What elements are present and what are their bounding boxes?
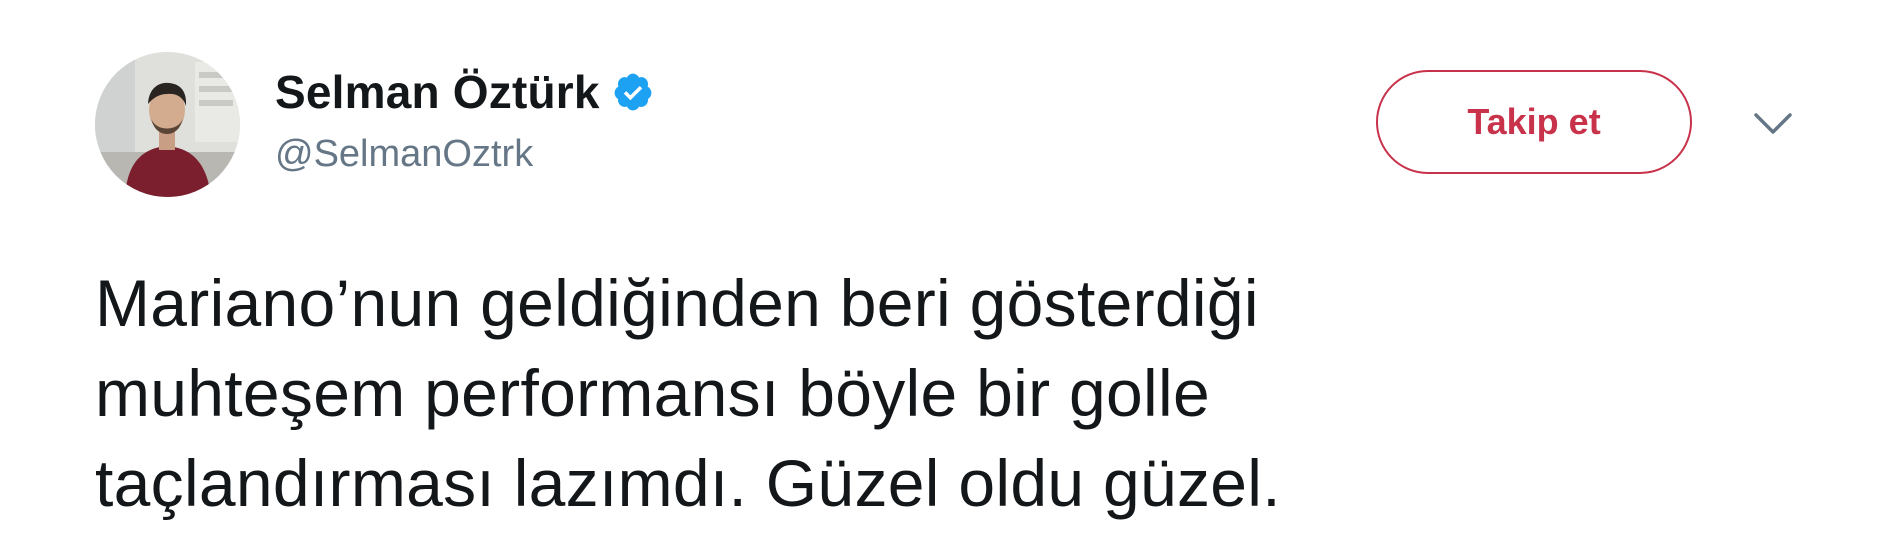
author-handle[interactable]: @SelmanOztrk bbox=[275, 133, 533, 176]
tweet-text: Mariano’nun geldiğinden beri gösterdiği … bbox=[95, 258, 1795, 528]
tweet-text-line: Mariano’nun geldiğinden beri gösterdiği bbox=[95, 266, 1259, 340]
tweet-card: Selman Öztürk @SelmanOztrk Takip et Mari… bbox=[0, 0, 1883, 555]
avatar-photo-icon bbox=[95, 52, 240, 197]
author-avatar[interactable] bbox=[95, 52, 240, 197]
tweet-text-line: muhteşem performansı böyle bir golle bbox=[95, 356, 1210, 430]
chevron-down-icon[interactable] bbox=[1752, 111, 1794, 137]
tweet-text-line: taçlandırması lazımdı. Güzel oldu güzel. bbox=[95, 446, 1281, 520]
follow-button[interactable]: Takip et bbox=[1376, 70, 1692, 174]
author-display-name[interactable]: Selman Öztürk bbox=[275, 65, 600, 119]
author-name-row: Selman Öztürk bbox=[275, 62, 654, 122]
verified-badge-icon bbox=[612, 71, 654, 113]
